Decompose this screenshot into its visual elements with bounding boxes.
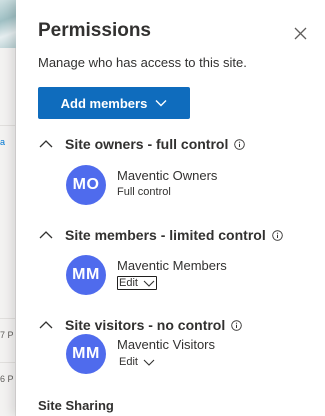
section-label: Site visitors - no control — [65, 317, 226, 333]
site-sharing-heading: Site Sharing — [38, 398, 114, 413]
close-button[interactable] — [289, 22, 311, 44]
panel-subtitle: Manage who has access to this site. — [38, 55, 247, 70]
section-header-site-members[interactable]: Site members - limited control — [38, 227, 283, 243]
permission-dropdown[interactable]: Edit — [117, 355, 157, 369]
background-page: a 7 P 6 P — [0, 0, 16, 416]
chevron-up-icon — [39, 321, 53, 329]
background-banner-image — [0, 0, 16, 48]
info-icon[interactable] — [234, 138, 246, 150]
chevron-down-icon — [143, 280, 155, 287]
info-icon[interactable] — [271, 229, 283, 241]
section-header-site-visitors[interactable]: Site visitors - no control — [38, 317, 243, 333]
background-divider — [0, 362, 16, 363]
avatar: MM — [66, 334, 106, 374]
background-time-fragment: 6 P — [0, 374, 14, 384]
member-name: Maventic Members — [117, 258, 227, 273]
permission-dropdown[interactable]: Edit — [117, 276, 157, 290]
permissions-panel: Permissions Manage who has access to thi… — [16, 0, 325, 416]
member-name: Maventic Owners — [117, 168, 218, 183]
section-label: Site members - limited control — [65, 227, 266, 243]
chevron-down-icon — [143, 359, 155, 366]
member-item-members: MM Maventic Members Edit — [66, 255, 227, 295]
chevron-up-icon — [39, 231, 53, 239]
background-divider — [0, 318, 16, 319]
background-divider — [0, 125, 16, 126]
panel-title: Permissions — [38, 20, 151, 41]
close-icon — [294, 27, 306, 39]
permission-dropdown-value: Edit — [119, 356, 138, 368]
avatar: MM — [66, 255, 106, 295]
chevron-down-icon — [155, 100, 167, 107]
member-item-owners: MO Maventic Owners Full control — [66, 165, 217, 205]
background-link-fragment: a — [0, 137, 6, 147]
permission-dropdown-value: Edit — [119, 277, 138, 289]
chevron-up-icon — [39, 140, 53, 148]
background-time-fragment: 7 P — [0, 330, 14, 340]
add-members-label: Add members — [60, 95, 148, 111]
screen: a 7 P 6 P Permissions Manage who has acc… — [0, 0, 325, 416]
info-icon[interactable] — [231, 319, 243, 331]
section-header-site-owners[interactable]: Site owners - full control — [38, 136, 246, 152]
avatar: MO — [66, 165, 106, 205]
member-name: Maventic Visitors — [117, 337, 216, 352]
section-label: Site owners - full control — [65, 136, 229, 152]
member-permission-text: Full control — [117, 186, 171, 198]
member-item-visitors: MM Maventic Visitors Edit — [66, 334, 215, 374]
add-members-button[interactable]: Add members — [38, 87, 190, 119]
